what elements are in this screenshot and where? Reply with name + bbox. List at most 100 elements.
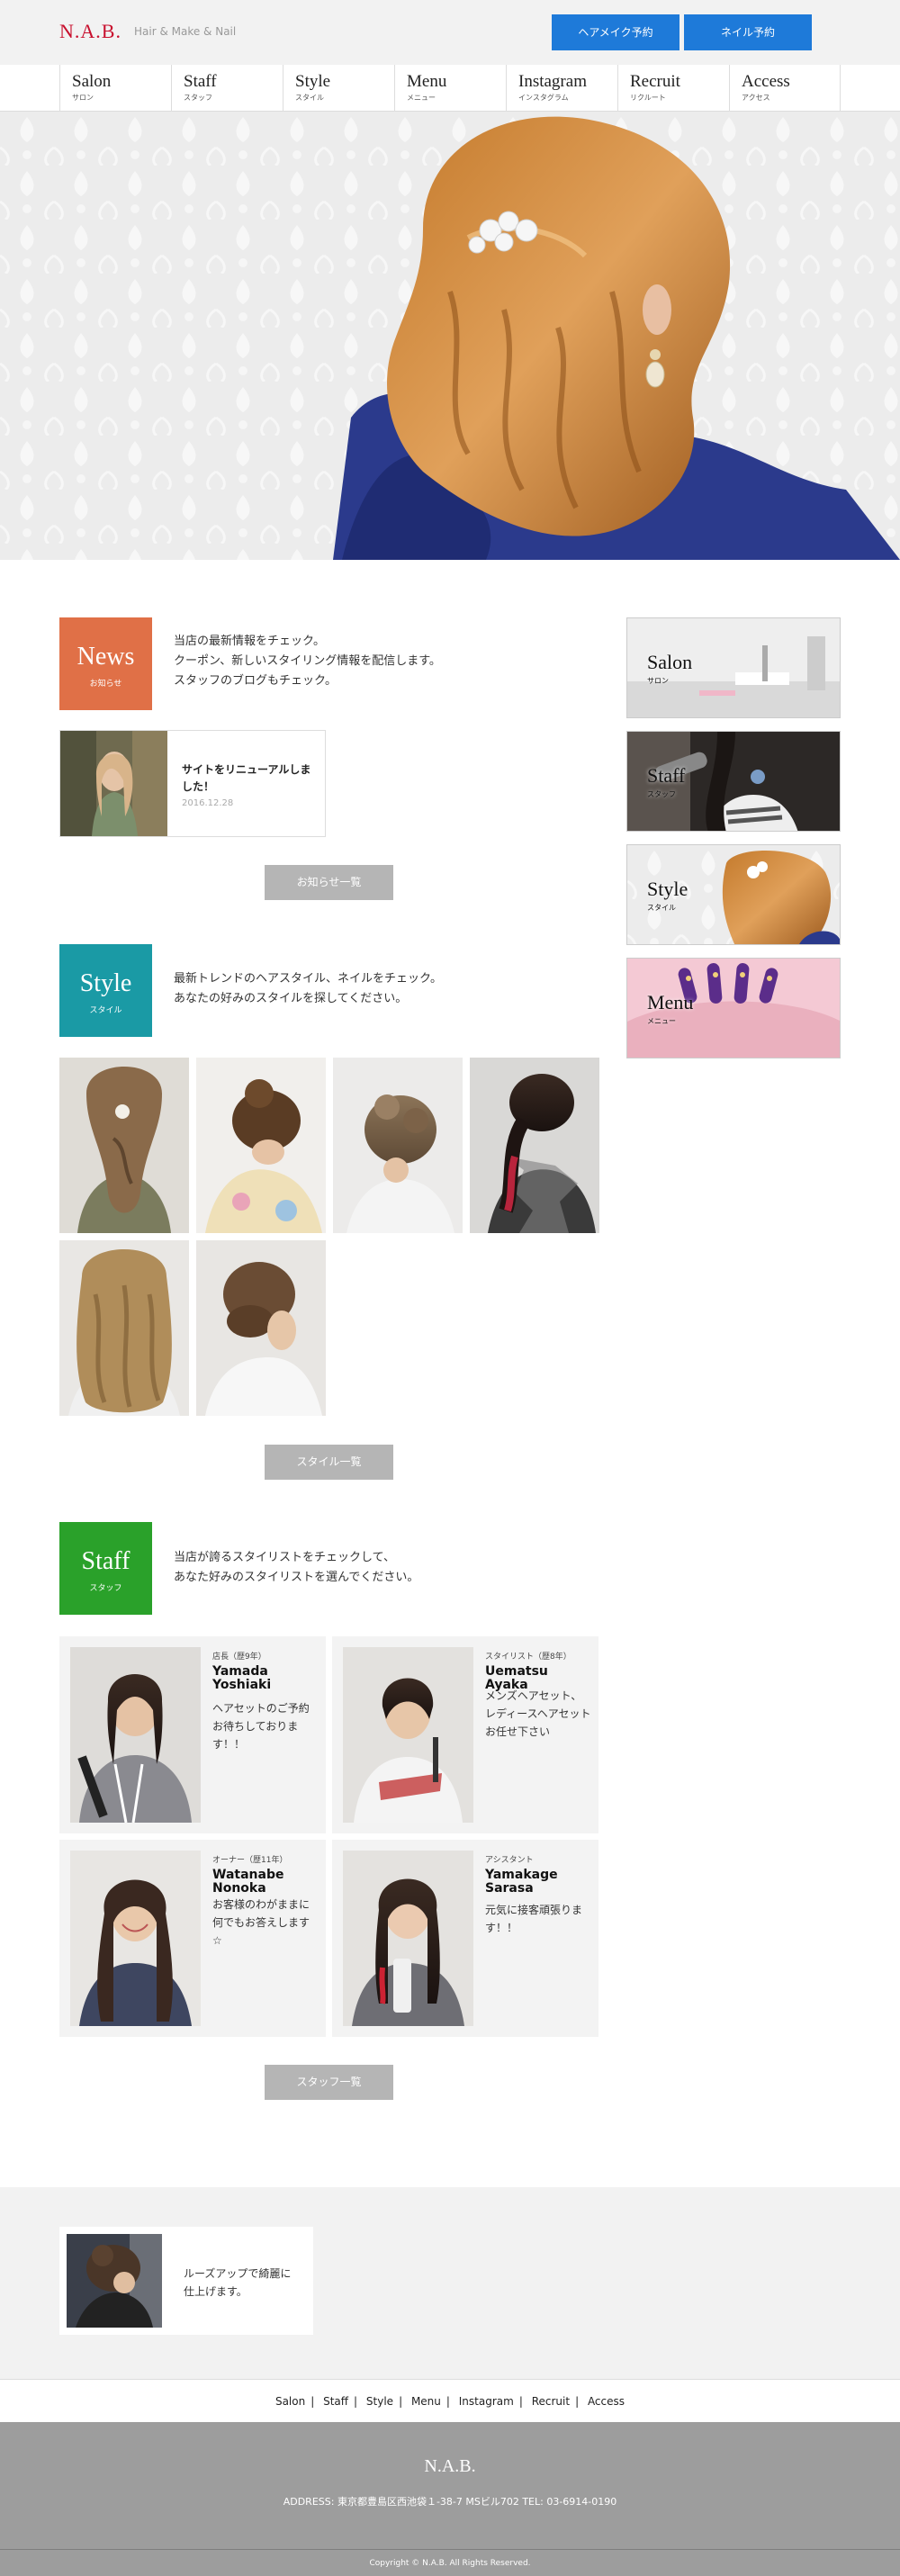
site-tagline: Hair & Make & Nail (134, 25, 237, 38)
separator: | (310, 2395, 315, 2408)
sidebar-salon[interactable]: Salon サロン (626, 617, 841, 718)
promo-text: ルーズアップで綺麗に仕上げます。 (184, 2267, 292, 2298)
nav-sublabel: スタイル (295, 94, 324, 102)
staff-label-en: Staff (81, 1547, 130, 1575)
nail-reserve-button[interactable]: ネイル予約 (684, 14, 812, 50)
nav-sublabel: メニュー (407, 94, 436, 102)
staff-card[interactable]: スタイリスト（歴8年） Uematsu Ayaka メンズヘアセット、レディース… (332, 1636, 598, 1833)
promo-card[interactable]: ルーズアップで綺麗に仕上げます。 (59, 2227, 313, 2335)
staff-message: お客様のわがままに何でもお答えします☆ (212, 1898, 310, 1947)
news-item-card[interactable]: サイトをリニューアルしました！ 2016.12.28 (59, 730, 326, 837)
staff-desc-line: あなた好みのスタイリストを選んでください。 (174, 1571, 419, 1584)
top-bar: N.A.B. Hair & Make & Nail ヘアメイク予約 ネイル予約 (0, 0, 900, 65)
staff-label: Staff スタッフ (59, 1522, 152, 1615)
footer-link-staff[interactable]: Staff (323, 2395, 348, 2408)
site-logo[interactable]: N.A.B. (59, 20, 122, 43)
staff-card[interactable]: アシスタント Yamakage Sarasa 元気に接客頑張ります！！ (332, 1840, 598, 2037)
nav-item-access[interactable]: Access アクセス (729, 65, 841, 111)
style-label-jp: スタイル (89, 1005, 122, 1014)
style-photo[interactable] (59, 1240, 189, 1416)
style-photo[interactable] (196, 1240, 326, 1416)
staff-role: アシスタント (485, 1856, 534, 1865)
news-item-date: 2016.12.28 (182, 798, 234, 808)
staff-role: オーナー（歴11年） (212, 1856, 288, 1865)
footer-divider (0, 2549, 900, 2550)
footer-logo: N.A.B. (424, 2456, 476, 2476)
sidebar-staff[interactable]: Staff スタッフ (626, 731, 841, 832)
footer-link-access[interactable]: Access (588, 2395, 625, 2408)
sidebar-label: Staff (647, 764, 686, 787)
site-footer: N.A.B. ADDRESS: 東京都豊島区西池袋１-38-7 MSビル702 … (0, 2422, 900, 2576)
style-photo[interactable] (333, 1058, 463, 1233)
style-photo[interactable] (59, 1058, 189, 1233)
staff-name: Yamakage Sarasa (485, 1868, 558, 1896)
staff-label-jp: スタッフ (89, 1583, 122, 1592)
nav-item-menu[interactable]: Menu メニュー (394, 65, 506, 111)
footer-link-instagram[interactable]: Instagram (459, 2395, 514, 2408)
footer-link-salon[interactable]: Salon (275, 2395, 305, 2408)
copyright: Copyright © N.A.B. All Rights Reserved. (369, 2559, 531, 2568)
separator: | (518, 2395, 523, 2408)
style-label-en: Style (79, 969, 132, 997)
nav-sublabel: リクルート (630, 94, 666, 102)
nav-label: Menu (407, 72, 447, 91)
nav-label: Instagram (518, 72, 587, 91)
news-item-title[interactable]: サイトをリニューアルしました！ (182, 761, 317, 796)
hero-hairstyle-photo (0, 112, 900, 560)
news-list-button[interactable]: お知らせ一覧 (265, 865, 393, 900)
style-list-button[interactable]: スタイル一覧 (265, 1445, 393, 1480)
staff-card[interactable]: 店長（歴9年） Yamada Yoshiaki ヘアセットのご予約お待ちしており… (59, 1636, 326, 1833)
nav-item-style[interactable]: Style スタイル (283, 65, 394, 111)
style-desc-line: あなたの好みのスタイルを探してください。 (174, 992, 408, 1005)
footer-link-style[interactable]: Style (366, 2395, 393, 2408)
staff-card[interactable]: オーナー（歴11年） Watanabe Nonoka お客様のわがままに何でもお… (59, 1840, 326, 2037)
promo-band: ルーズアップで綺麗に仕上げます。 (0, 2187, 900, 2379)
footer-link-recruit[interactable]: Recruit (532, 2395, 570, 2408)
sidebar-staff-text: Staff スタッフ (647, 764, 685, 799)
separator: | (354, 2395, 358, 2408)
style-photo[interactable] (196, 1058, 326, 1233)
sidebar-style-text: Style スタイル (647, 878, 688, 913)
nav-item-staff[interactable]: Staff スタッフ (171, 65, 283, 111)
news-label-en: News (76, 643, 135, 671)
nav-label: Access (742, 72, 790, 91)
nav-sublabel: スタッフ (184, 94, 212, 102)
nav-item-instagram[interactable]: Instagram インスタグラム (506, 65, 617, 111)
news-label-jp: お知らせ (89, 679, 122, 688)
style-photo[interactable] (470, 1058, 599, 1233)
footer-address: ADDRESS: 東京都豊島区西池袋１-38-7 MSビル702 TEL: 03… (283, 2496, 617, 2508)
sidebar-label: Salon (647, 651, 693, 673)
hair-make-reserve-button[interactable]: ヘアメイク予約 (552, 14, 680, 50)
sidebar-sublabel: スタッフ (647, 790, 676, 798)
sidebar-menu[interactable]: Menu メニュー (626, 958, 841, 1058)
nav-sublabel: サロン (72, 94, 94, 102)
nav-label: Style (295, 72, 331, 91)
sidebar-sublabel: サロン (647, 677, 669, 685)
separator: | (575, 2395, 580, 2408)
staff-photo (70, 1851, 201, 2026)
nav-sublabel: アクセス (742, 94, 770, 102)
staff-message: メンズヘアセット、レディースヘアセットお任せ下さい (485, 1689, 591, 1738)
staff-message: 元気に接客頑張ります！！ (485, 1904, 583, 1934)
sidebar-sublabel: メニュー (647, 1017, 676, 1025)
news-desc-line: 当店の最新情報をチェック。 (174, 635, 325, 648)
news-label: News お知らせ (59, 617, 152, 710)
sidebar-salon-text: Salon サロン (647, 651, 692, 686)
news-description: 当店の最新情報をチェック。 クーポン、新しいスタイリング情報を配信します。 スタ… (174, 632, 441, 691)
staff-name: Yamada Yoshiaki (212, 1664, 272, 1692)
news-desc-line: スタッフのブログもチェック。 (174, 674, 337, 688)
nav-item-recruit[interactable]: Recruit リクルート (617, 65, 729, 111)
nav-label: Staff (184, 72, 217, 91)
staff-photo (343, 1851, 473, 2026)
footer-nav: Salon | Staff | Style | Menu | Instagram | Re… (0, 2379, 900, 2422)
footer-link-menu[interactable]: Menu (411, 2395, 441, 2408)
staff-list-button[interactable]: スタッフ一覧 (265, 2065, 393, 2100)
sidebar-style[interactable]: Style スタイル (626, 844, 841, 945)
nav-label: Salon (72, 72, 112, 91)
separator: | (399, 2395, 403, 2408)
hero-image (0, 112, 900, 560)
news-thumbnail (60, 731, 167, 836)
news-desc-line: クーポン、新しいスタイリング情報を配信します。 (174, 654, 441, 668)
sidebar-label: Menu (647, 991, 694, 1013)
nav-item-salon[interactable]: Salon サロン (59, 65, 171, 111)
